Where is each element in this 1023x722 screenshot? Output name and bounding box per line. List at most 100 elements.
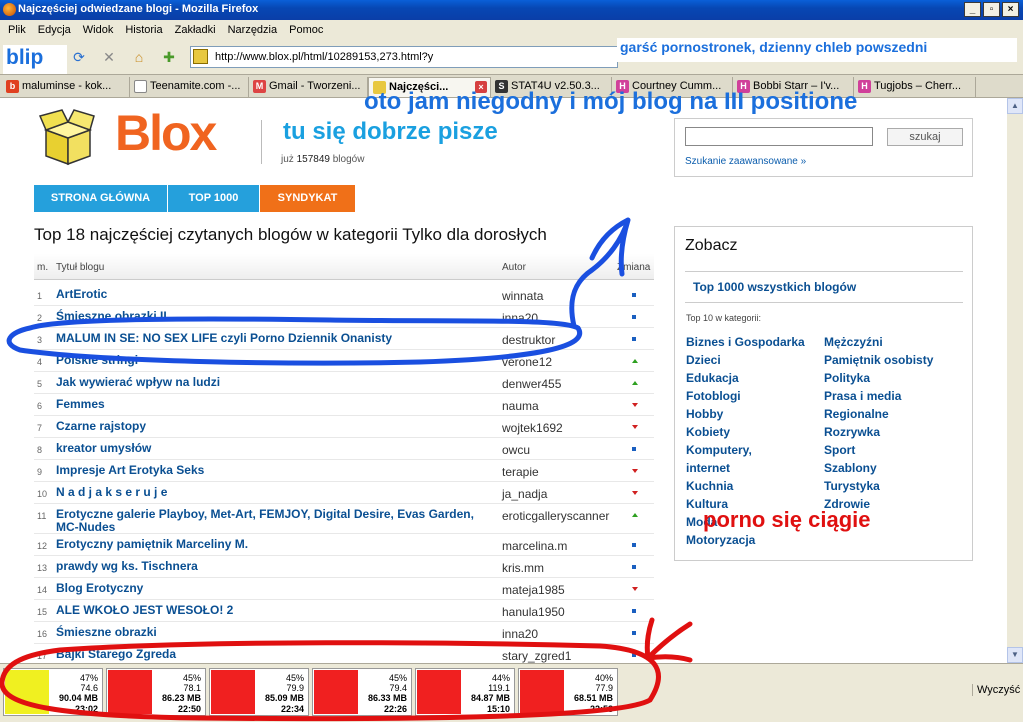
- advanced-search-link[interactable]: Szukanie zaawansowane »: [685, 156, 806, 167]
- blog-title-link[interactable]: Śmieszne obrazki II: [56, 310, 496, 323]
- download-pct: 45%: [388, 673, 407, 683]
- rank-change-down-icon: [632, 587, 638, 591]
- window-controls: _ ▫ ×: [964, 2, 1019, 17]
- download-rate: 78.1: [183, 683, 201, 693]
- download-thumbnail: [5, 670, 49, 714]
- download-time: 22:26: [383, 704, 407, 714]
- category-link[interactable]: Turystyka: [824, 479, 880, 493]
- category-link[interactable]: Biznes i Gospodarka: [686, 335, 805, 349]
- category-link[interactable]: Rozrywka: [824, 425, 880, 439]
- menu-item-2[interactable]: Widok: [77, 20, 120, 41]
- browser-tab[interactable]: M Gmail - Tworzeni...: [249, 77, 368, 97]
- menu-item-6[interactable]: Pomoc: [283, 20, 329, 41]
- rank-change-same-icon: [632, 609, 636, 613]
- download-item[interactable]: 45% 78.1 86.23 MB 22:50: [106, 668, 206, 716]
- download-time: 23:02: [74, 704, 98, 714]
- blog-author: kris.mm: [502, 561, 544, 575]
- download-item[interactable]: 44% 119.1 84.87 MB 15:10: [415, 668, 515, 716]
- menu-item-0[interactable]: Plik: [2, 20, 32, 41]
- browser-tab[interactable]: Teenamite.com -...: [130, 77, 249, 97]
- clear-downloads-button[interactable]: Wyczyść: [972, 684, 1020, 696]
- blog-title-link[interactable]: Blog Erotyczny: [56, 582, 496, 595]
- category-link[interactable]: Pamiętnik osobisty: [824, 353, 933, 367]
- scroll-down-icon[interactable]: ▼: [1007, 647, 1023, 663]
- category-link[interactable]: Polityka: [824, 371, 870, 385]
- blog-title-link[interactable]: Śmieszne obrazki: [56, 626, 496, 639]
- browser-tab[interactable]: H Tugjobs – Cherr...: [854, 77, 976, 97]
- main-nav-item[interactable]: TOP 1000: [168, 185, 260, 212]
- vertical-scrollbar[interactable]: ▲ ▼: [1007, 98, 1023, 663]
- blog-title-link[interactable]: Erotyczny pamiętnik Marceliny M.: [56, 538, 496, 551]
- blog-title-link[interactable]: prawdy wg ks. Tischnera: [56, 560, 496, 573]
- category-link[interactable]: Sport: [824, 443, 855, 457]
- category-link[interactable]: Hobby: [686, 407, 723, 421]
- rank-change-down-icon: [632, 425, 638, 429]
- blog-title-link[interactable]: Polskie stringi: [56, 354, 496, 367]
- blog-title-link[interactable]: kreator umysłów: [56, 442, 496, 455]
- category-link[interactable]: Dzieci: [686, 353, 721, 367]
- col-author-header: Autor: [502, 262, 526, 273]
- blog-author: inna20: [502, 627, 539, 641]
- table-header: m. Tytuł blogu Autor Zmiana: [34, 254, 654, 280]
- menu-item-5[interactable]: Narzędzia: [222, 20, 284, 41]
- blog-title-link[interactable]: N a d j a k s e r u j e: [56, 486, 496, 499]
- category-link[interactable]: Kobiety: [686, 425, 730, 439]
- blog-author: winnata: [502, 289, 544, 303]
- blog-title-link[interactable]: ArtErotic: [56, 288, 496, 301]
- close-button[interactable]: ×: [1002, 2, 1019, 17]
- download-item[interactable]: 47% 74.6 90.04 MB 23:02: [3, 668, 103, 716]
- category-link[interactable]: Prasa i media: [824, 389, 901, 403]
- category-link[interactable]: Kuchnia: [686, 479, 733, 493]
- browser-tab[interactable]: b maluminse - kok...: [2, 77, 130, 97]
- search-button[interactable]: szukaj: [887, 128, 963, 146]
- url-input[interactable]: http://www.blox.pl/html/10289153,273.htm…: [190, 46, 618, 68]
- category-link[interactable]: Komputery,: [686, 443, 752, 457]
- maximize-button[interactable]: ▫: [983, 2, 1000, 17]
- category-link[interactable]: internet: [686, 461, 730, 475]
- blog-title-link[interactable]: Jak wywierać wpływ na ludzi: [56, 376, 496, 389]
- search-input[interactable]: [685, 127, 873, 146]
- divider: [685, 302, 963, 303]
- blog-title-link[interactable]: MALUM IN SE: NO SEX LIFE czyli Porno Dzi…: [56, 332, 496, 345]
- row-rank: 2: [37, 313, 43, 323]
- blog-author: nauma: [502, 399, 539, 413]
- blog-title-link[interactable]: Erotyczne galerie Playboy, Met-Art, FEMJ…: [56, 508, 496, 534]
- category-link[interactable]: Szablony: [824, 461, 877, 475]
- page-heading: Top 18 najczęściej czytanych blogów w ka…: [34, 225, 547, 244]
- download-thumbnail: [108, 670, 152, 714]
- download-thumbnail: [520, 670, 564, 714]
- blog-title-link[interactable]: Impresje Art Erotyka Seks: [56, 464, 496, 477]
- blog-title-link[interactable]: ALE WKOŁO JEST WESOŁO! 2: [56, 604, 496, 617]
- menu-item-3[interactable]: Historia: [119, 20, 168, 41]
- top1000-link[interactable]: Top 1000 wszystkich blogów: [693, 280, 856, 294]
- category-link[interactable]: Edukacja: [686, 371, 739, 385]
- category-link[interactable]: Motoryzacja: [686, 533, 755, 547]
- menu-item-4[interactable]: Zakładki: [169, 20, 222, 41]
- row-rank: 8: [37, 445, 43, 455]
- blog-title-link[interactable]: Femmes: [56, 398, 496, 411]
- menu-item-1[interactable]: Edycja: [32, 20, 77, 41]
- category-link[interactable]: Regionalne: [824, 407, 889, 421]
- row-rank: 3: [37, 335, 43, 345]
- blox-logo-text[interactable]: Blox: [115, 104, 217, 162]
- blog-title-link[interactable]: Bajki Starego Zgreda: [56, 648, 496, 661]
- bookmark-add-icon[interactable]: ✚: [160, 48, 178, 66]
- download-item[interactable]: 45% 79.4 86.33 MB 22:26: [312, 668, 412, 716]
- category-link[interactable]: Fotoblogi: [686, 389, 741, 403]
- tab-favicon-icon: [134, 80, 147, 93]
- main-nav-item[interactable]: SYNDYKAT: [260, 185, 356, 212]
- category-link[interactable]: Mężczyźni: [824, 335, 883, 349]
- tab-label: Tugjobs – Cherr...: [874, 80, 962, 92]
- scroll-up-icon[interactable]: ▲: [1007, 98, 1023, 114]
- home-icon[interactable]: ⌂: [130, 48, 148, 66]
- minimize-button[interactable]: _: [964, 2, 981, 17]
- main-nav-item[interactable]: STRONA GŁÓWNA: [34, 185, 168, 212]
- blog-author: owcu: [502, 443, 531, 457]
- download-item[interactable]: 40% 77.9 68.51 MB 22:58: [518, 668, 618, 716]
- download-item[interactable]: 45% 79.9 85.09 MB 22:34: [209, 668, 309, 716]
- stop-icon[interactable]: ✕: [100, 48, 118, 66]
- blog-title-link[interactable]: Czarne rajstopy: [56, 420, 496, 433]
- download-size: 68.51 MB: [573, 693, 613, 703]
- rank-change-down-icon: [632, 491, 638, 495]
- reload-icon[interactable]: ⟳: [70, 48, 88, 66]
